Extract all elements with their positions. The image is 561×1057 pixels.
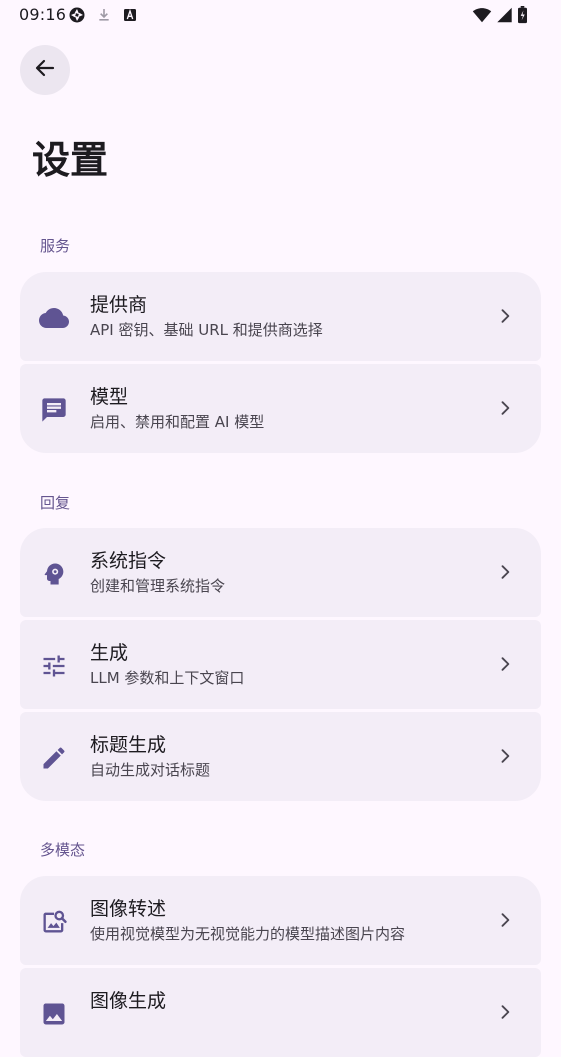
chevron-right-icon [495,1002,515,1022]
chat-icon [39,395,69,425]
settings-item-subtitle: 自动生成对话标题 [90,761,211,779]
chevron-right-icon [495,306,515,326]
settings-item-models[interactable]: 模型 启用、禁用和配置 AI 模型 [20,364,541,453]
settings-item-image-captioning[interactable]: 图像转述 使用视觉模型为无视觉能力的模型描述图片内容 [20,876,541,965]
image-icon [39,999,69,1029]
psychology-icon [39,559,69,589]
settings-item-title: 生成 [90,642,129,664]
settings-item-title: 标题生成 [90,734,167,756]
section-header-services: 服务 [40,237,71,255]
section-header-reply: 回复 [40,494,71,512]
settings-item-providers[interactable]: 提供商 API 密钥、基础 URL 和提供商选择 [20,272,541,361]
wifi-icon [472,7,492,23]
back-button[interactable] [20,45,70,95]
settings-item-title: 图像生成 [90,990,167,1012]
settings-item-image-generation[interactable]: 图像生成 [20,968,541,1057]
settings-item-system-instructions[interactable]: 系统指令 创建和管理系统指令 [20,528,541,617]
settings-item-title: 系统指令 [90,550,167,572]
chevron-right-icon [495,746,515,766]
status-system-icons [472,6,528,24]
chevron-right-icon [495,398,515,418]
settings-item-title: 模型 [90,386,129,408]
cloud-icon [39,303,69,333]
settings-item-title-generation[interactable]: 标题生成 自动生成对话标题 [20,712,541,801]
page-title: 设置 [32,138,109,182]
status-bar: 09:16 [0,0,561,30]
settings-item-subtitle: 创建和管理系统指令 [90,577,226,595]
settings-item-subtitle: API 密钥、基础 URL 和提供商选择 [90,321,323,339]
settings-item-subtitle: LLM 参数和上下文窗口 [90,669,245,687]
signal-icon [496,7,513,23]
settings-item-generation[interactable]: 生成 LLM 参数和上下文窗口 [20,620,541,709]
status-time: 09:16 [19,5,67,24]
pencil-icon [39,743,69,773]
section-header-multimodal: 多模态 [40,841,86,859]
chevron-right-icon [495,562,515,582]
font-a-icon [122,7,138,23]
settings-item-title: 图像转述 [90,898,167,920]
arrow-back-icon [33,56,57,84]
aperture-icon [68,6,86,24]
chevron-right-icon [495,910,515,930]
chevron-right-icon [495,654,515,674]
download-icon [96,6,112,24]
tune-icon [39,651,69,681]
settings-item-subtitle: 启用、禁用和配置 AI 模型 [90,413,265,431]
status-notification-icons [68,6,138,24]
settings-item-subtitle: 使用视觉模型为无视觉能力的模型描述图片内容 [90,925,406,943]
image-search-icon [39,907,69,937]
settings-item-title: 提供商 [90,294,148,316]
battery-icon [517,6,528,24]
